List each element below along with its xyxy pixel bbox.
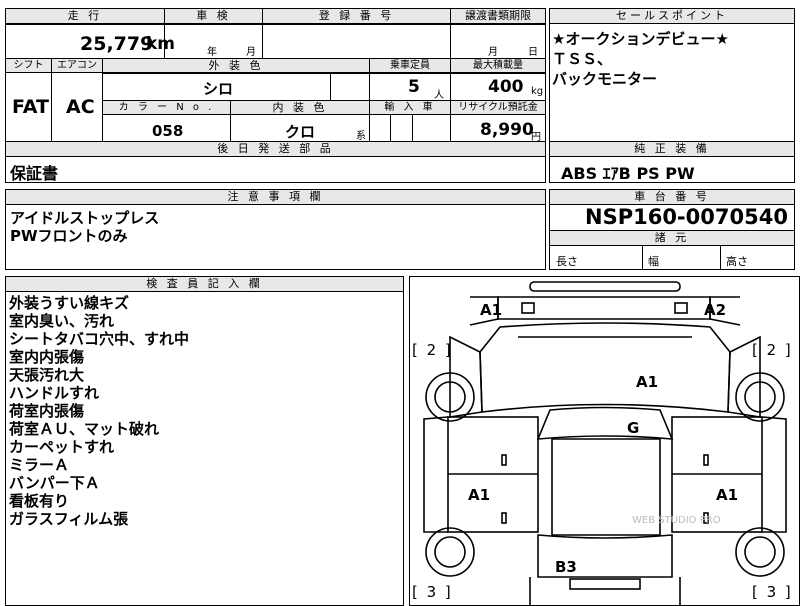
capacity-header: 乗車定員 <box>370 59 450 73</box>
inspector-header: 検 査 員 記 入 欄 <box>6 277 403 292</box>
selling-point-line: ＴＳＳ、 <box>552 50 613 68</box>
later-parts-value: 保証書 <box>10 164 59 183</box>
interior-value: クロ <box>285 123 316 141</box>
bracket-left-top: [ 2 ] <box>412 341 453 359</box>
shift-header: シフト <box>6 59 51 73</box>
mileage-value: 25,779 <box>80 33 154 55</box>
color-no-value: 058 <box>152 122 184 140</box>
label-front-right: A2 <box>704 301 727 319</box>
dimension-length-label: 長さ <box>556 255 578 268</box>
watermark: WEB STUDIO PRO <box>632 515 721 526</box>
dimension-height-label: 高さ <box>726 255 748 268</box>
shift-value: FAT <box>12 96 49 118</box>
inspector-list: 外装うすい線キズ 室内臭い、汚れ シートタバコ穴中、すれ中 室内内張傷 天張汚れ… <box>9 294 189 528</box>
color-no-header: カ ラ ー N o . <box>103 101 230 115</box>
capacity-unit: 人 <box>434 90 444 101</box>
label-right-side: A1 <box>716 486 739 504</box>
inspector-line: ハンドルすれ <box>9 384 100 402</box>
selling-points-header: セールスポイント <box>550 9 794 24</box>
chassis-number: NSP160-0070540 <box>585 205 788 229</box>
transfer-month-unit: 月 <box>488 47 498 58</box>
inspector-line: 荷室ＡＵ、マット破れ <box>9 420 160 438</box>
recycle-value: 8,990 <box>480 120 534 140</box>
inspector-line: ミラーＡ <box>9 456 70 474</box>
max-load-header: 最大積載量 <box>451 59 545 73</box>
interior-suffix: 系 <box>356 131 366 142</box>
inspector-line: 看板有り <box>9 492 70 510</box>
aircon-value: AC <box>66 96 95 118</box>
label-front-left: A1 <box>480 301 503 319</box>
damage-diagram-box: A1 A2 A1 G A1 A1 B3 [ 2 ] [ 2 ] [ 3 ] [ … <box>409 276 800 606</box>
exterior-header: 外 装 色 <box>103 59 369 73</box>
max-load-unit: kg <box>531 86 544 97</box>
label-rear: B3 <box>555 558 577 576</box>
selling-points-list: ★オークションデビュー★ ＴＳＳ、 バックモニター <box>552 30 729 88</box>
import-header: 輸 入 車 <box>370 101 450 115</box>
inspector-line: ガラスフィルム張 <box>9 510 129 528</box>
inspection-year-unit: 年 <box>207 47 217 58</box>
note-line: アイドルストップレス <box>10 209 160 227</box>
inspector-line: カーペットすれ <box>9 438 115 456</box>
inspector-line: 天張汚れ大 <box>9 366 85 384</box>
inspection-header: 車 検 <box>165 9 262 24</box>
recycle-header: リサイクル預託金 <box>451 101 545 115</box>
note-line: PWフロントのみ <box>10 227 128 245</box>
bracket-left-bottom: [ 3 ] <box>412 583 453 601</box>
inspector-line: 室内臭い、汚れ <box>9 312 115 330</box>
vehicle-info-table <box>5 8 546 142</box>
selling-point-line: バックモニター <box>552 70 658 88</box>
inspector-line: 室内内張傷 <box>9 348 85 366</box>
dimensions-header: 諸 元 <box>550 231 794 246</box>
standard-equipment-header: 純 正 装 備 <box>550 142 794 157</box>
label-windshield: G <box>627 419 640 437</box>
inspection-month-unit: 月 <box>246 47 256 58</box>
chassis-header: 車 台 番 号 <box>550 190 794 205</box>
inspector-line: 外装うすい線キズ <box>9 294 130 312</box>
registration-header: 登 録 番 号 <box>263 9 450 24</box>
later-parts-header: 後 日 発 送 部 品 <box>6 142 545 157</box>
car-diagram <box>423 281 787 605</box>
dimension-width-label: 幅 <box>648 255 659 268</box>
notes-header: 注 意 事 項 欄 <box>6 190 545 205</box>
notes-list: アイドルストップレス PWフロントのみ <box>10 209 159 245</box>
aircon-header: エアコン <box>52 59 102 73</box>
standard-equipment-value: ABS ｴｱB PS PW <box>561 164 695 183</box>
transfer-header: 譲渡書類期限 <box>451 9 545 24</box>
bracket-right-bottom: [ 3 ] <box>752 583 793 601</box>
inspector-line: シートタバコ穴中、すれ中 <box>9 330 190 348</box>
label-left-side: A1 <box>468 486 491 504</box>
bracket-right-top: [ 2 ] <box>752 341 793 359</box>
mileage-header: 走 行 <box>6 9 164 24</box>
capacity-value: 5 <box>408 77 420 97</box>
max-load-value: 400 <box>488 77 524 97</box>
selling-point-line: ★オークションデビュー★ <box>552 30 729 48</box>
transfer-day-unit: 日 <box>528 47 538 58</box>
exterior-value: シロ <box>203 80 234 98</box>
inspector-line: バンパー下Ａ <box>9 474 100 492</box>
inspector-line: 荷室内張傷 <box>9 402 85 420</box>
label-hood: A1 <box>636 373 659 391</box>
mileage-unit: km <box>146 34 176 54</box>
interior-header: 内 装 色 <box>231 101 369 115</box>
